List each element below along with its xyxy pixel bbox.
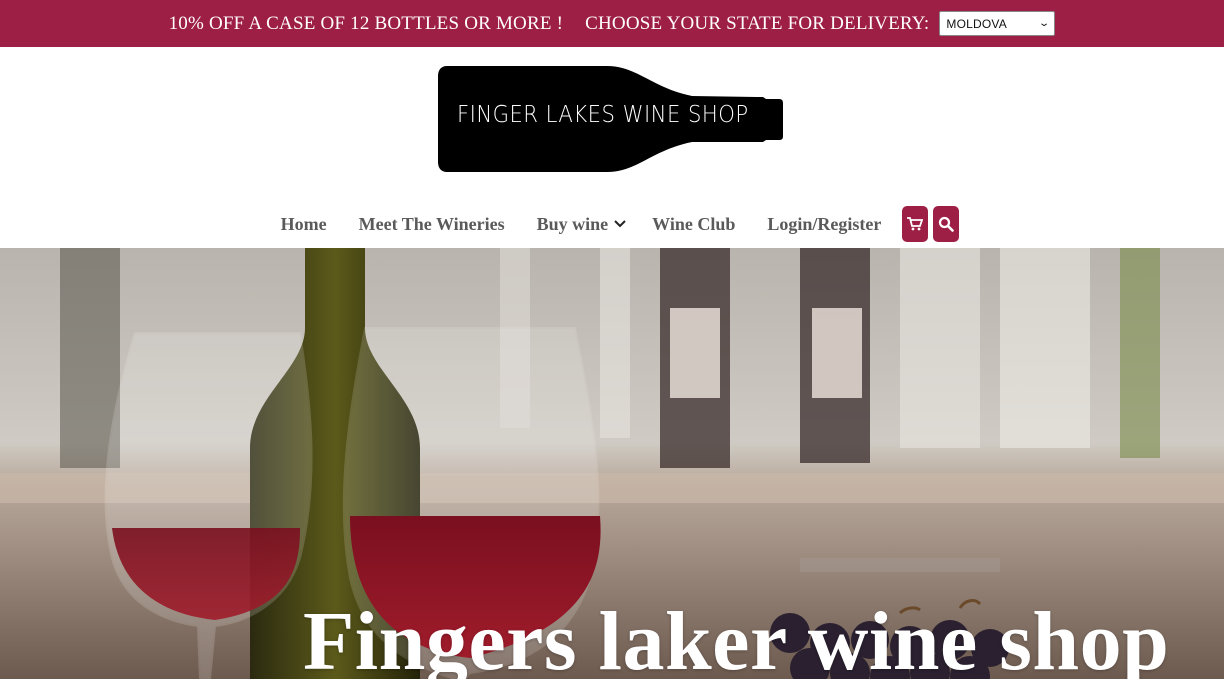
- hero-banner: Fingers laker wine shop: [0, 248, 1224, 679]
- hero-title: Fingers laker wine shop: [303, 595, 1170, 679]
- search-icon: [939, 216, 955, 232]
- nav-meet-the-wineries-label: Meet The Wineries: [358, 213, 505, 234]
- promo-text: 10% OFF A CASE OF 12 BOTTLES OR MORE !: [168, 12, 564, 34]
- chevron-down-icon: ⌄: [1038, 18, 1051, 29]
- promo-bar: 10% OFF A CASE OF 12 BOTTLES OR MORE ! C…: [0, 0, 1224, 47]
- site-header: FINGER LAKES WINE SHOP Home Meet The Win…: [0, 47, 1224, 248]
- main-nav: Home Meet The Wineries Buy wine Wine Clu…: [0, 200, 1224, 248]
- nav-meet-the-wineries[interactable]: Meet The Wineries: [359, 214, 505, 235]
- nav-buy-wine[interactable]: Buy wine: [537, 214, 627, 235]
- chevron-down-icon: [614, 220, 626, 228]
- nav-login-register-label: Login/Register: [767, 213, 882, 234]
- logo-text: FINGER LAKES WINE SHOP: [457, 102, 749, 128]
- nav-wine-club-label: Wine Club: [652, 213, 736, 234]
- choose-state-label: CHOOSE YOUR STATE FOR DELIVERY:: [585, 12, 930, 34]
- cart-button[interactable]: [902, 206, 929, 242]
- nav-login-register[interactable]: Login/Register: [767, 214, 881, 235]
- state-select[interactable]: MOLDOVA ⌄: [939, 11, 1056, 36]
- site-logo[interactable]: FINGER LAKES WINE SHOP: [437, 66, 785, 172]
- state-select-value: MOLDOVA: [946, 16, 1007, 31]
- search-button[interactable]: [933, 206, 960, 242]
- nav-home[interactable]: Home: [281, 214, 327, 235]
- nav-wine-club[interactable]: Wine Club: [652, 214, 735, 235]
- nav-home-label: Home: [280, 213, 327, 234]
- cart-icon: [907, 217, 924, 231]
- nav-buy-wine-label: Buy wine: [536, 213, 609, 234]
